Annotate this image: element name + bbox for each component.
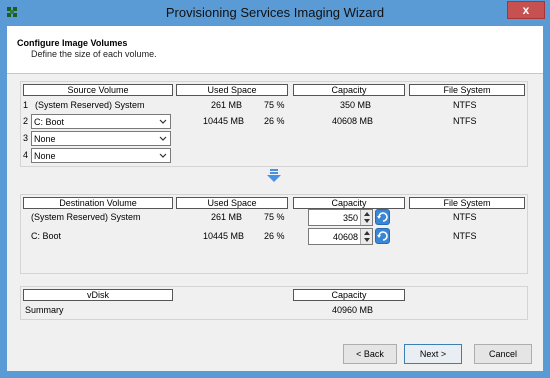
destination-fs: NTFS bbox=[453, 212, 477, 222]
back-button[interactable]: < Back bbox=[343, 344, 397, 364]
destination-used: 261 MB bbox=[211, 212, 243, 222]
source-volumes-group: Source Volume Used Space Capacity File S… bbox=[20, 81, 528, 167]
destination-volume-name: (System Reserved) System bbox=[31, 212, 141, 222]
source-used: 10445 MB bbox=[203, 116, 245, 126]
destination-volumes-group: Destination Volume Used Space Capacity F… bbox=[20, 194, 528, 274]
destination-volume-name: C: Boot bbox=[31, 231, 62, 241]
page-subtitle: Define the size of each volume. bbox=[31, 49, 157, 59]
capacity-value: 40608 bbox=[332, 232, 358, 242]
source-row-number: 3 bbox=[23, 133, 29, 143]
destination-used-header: Used Space bbox=[176, 197, 288, 209]
source-volume-select[interactable]: None bbox=[31, 148, 171, 163]
spinner-buttons[interactable] bbox=[360, 210, 372, 225]
wizard-header: Configure Image Volumes Define the size … bbox=[7, 26, 543, 74]
spin-up-icon[interactable] bbox=[363, 211, 371, 217]
vdisk-group: vDisk Capacity Summary 40960 MB bbox=[20, 286, 528, 320]
wizard-window: Provisioning Services Imaging Wizard x C… bbox=[0, 0, 550, 378]
source-capacity: 350 MB bbox=[340, 100, 372, 110]
source-volume-select[interactable]: None bbox=[31, 131, 171, 146]
source-used: 261 MB bbox=[211, 100, 243, 110]
source-percent: 26 % bbox=[264, 116, 285, 126]
destination-volume-header: Destination Volume bbox=[23, 197, 173, 209]
source-row-number: 4 bbox=[23, 150, 29, 160]
summary-capacity: 40960 MB bbox=[332, 305, 374, 315]
page-title: Configure Image Volumes bbox=[17, 38, 128, 48]
vdisk-header: vDisk bbox=[23, 289, 173, 301]
wizard-client: Configure Image Volumes Define the size … bbox=[7, 26, 543, 371]
spin-down-icon[interactable] bbox=[363, 237, 371, 243]
title-bar: Provisioning Services Imaging Wizard x bbox=[0, 0, 550, 26]
source-capacity-header: Capacity bbox=[293, 84, 405, 96]
source-percent: 75 % bbox=[264, 100, 285, 110]
source-volume-name: (System Reserved) System bbox=[35, 100, 145, 110]
summary-label: Summary bbox=[25, 305, 64, 315]
select-value: C: Boot bbox=[34, 117, 65, 127]
source-used-header: Used Space bbox=[176, 84, 288, 96]
capacity-spinner[interactable]: 40608 bbox=[308, 228, 373, 245]
capacity-spinner[interactable]: 350 bbox=[308, 209, 373, 226]
refresh-icon[interactable] bbox=[375, 209, 390, 225]
destination-used: 10445 MB bbox=[203, 231, 245, 241]
destination-fs: NTFS bbox=[453, 231, 477, 241]
close-button[interactable]: x bbox=[507, 1, 545, 19]
chevron-down-icon bbox=[159, 136, 167, 141]
source-fs: NTFS bbox=[453, 100, 477, 110]
destination-capacity-header: Capacity bbox=[293, 197, 405, 209]
capacity-value: 350 bbox=[342, 213, 358, 223]
refresh-icon[interactable] bbox=[375, 228, 390, 244]
source-fs-header: File System bbox=[409, 84, 525, 96]
source-capacity: 40608 MB bbox=[332, 116, 374, 126]
source-volume-header: Source Volume bbox=[23, 84, 173, 96]
spinner-buttons[interactable] bbox=[360, 229, 372, 244]
destination-percent: 75 % bbox=[264, 212, 285, 222]
chevron-down-icon bbox=[159, 153, 167, 158]
source-volume-select[interactable]: C: Boot bbox=[31, 114, 171, 129]
chevron-down-icon bbox=[159, 119, 167, 124]
source-row-number: 1 bbox=[23, 100, 29, 110]
down-arrow-icon bbox=[267, 169, 281, 182]
select-value: None bbox=[34, 134, 56, 144]
spin-up-icon[interactable] bbox=[363, 230, 371, 236]
cancel-button[interactable]: Cancel bbox=[474, 344, 532, 364]
destination-percent: 26 % bbox=[264, 231, 285, 241]
spin-down-icon[interactable] bbox=[363, 218, 371, 224]
source-fs: NTFS bbox=[453, 116, 477, 126]
vdisk-capacity-header: Capacity bbox=[293, 289, 405, 301]
select-value: None bbox=[34, 151, 56, 161]
source-row-number: 2 bbox=[23, 116, 29, 126]
destination-fs-header: File System bbox=[409, 197, 525, 209]
next-button[interactable]: Next > bbox=[404, 344, 462, 364]
window-title: Provisioning Services Imaging Wizard bbox=[165, 5, 385, 20]
